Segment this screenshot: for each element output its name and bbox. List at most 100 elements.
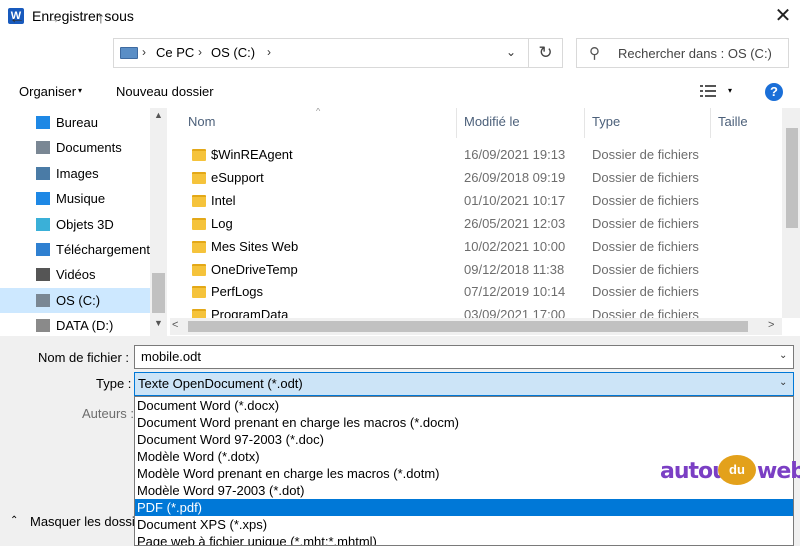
file-name[interactable]: Intel — [211, 193, 236, 208]
folder-icon — [192, 286, 206, 299]
organize-button[interactable]: Organiser — [19, 84, 76, 99]
organize-dropdown-arrow-icon[interactable]: ▾ — [78, 86, 82, 95]
address-bar[interactable]: › Ce PC › OS (C:) › ⌄ — [113, 38, 529, 68]
column-header-modified[interactable]: Modifié le — [464, 114, 520, 129]
filename-value[interactable]: mobile.odt — [141, 349, 201, 364]
search-icon: ⚲ — [589, 45, 600, 62]
toolbar: Organiser ▾ Nouveau dossier ▾ — [0, 76, 800, 108]
sidebar-item-label: Vidéos — [56, 267, 96, 283]
view-options-icon[interactable] — [700, 84, 716, 98]
breadcrumb-separator-icon[interactable]: › — [142, 45, 146, 59]
file-row[interactable]: $WinREAgent 16/09/2021 19:13 Dossier de fi… — [170, 144, 782, 167]
breadcrumb-ce-pc[interactable]: Ce PC — [156, 45, 194, 60]
refresh-button[interactable]: ↻ — [529, 38, 563, 68]
sidebar-item[interactable]: Documents — [0, 135, 150, 160]
column-header-size[interactable]: Taille — [718, 114, 748, 129]
address-dropdown-chevron-icon[interactable]: ⌄ — [506, 45, 516, 59]
sidebar-item-label: Bureau — [56, 115, 98, 130]
file-list-horizontal-scrollbar[interactable]: < > — [170, 318, 782, 335]
logo-globe: du — [718, 455, 756, 485]
scroll-left-arrow-icon[interactable]: < — [172, 319, 178, 331]
sidebar-item-label: Objets 3D — [56, 216, 114, 232]
scroll-up-arrow-icon[interactable]: ▲ — [150, 110, 167, 124]
file-name[interactable]: OneDriveTemp — [211, 262, 298, 277]
navigation-pane: Bureau Documents Images Musique Objets 3D Tél… — [0, 108, 170, 336]
file-type-value[interactable]: Texte OpenDocument (*.odt) — [138, 376, 303, 391]
file-row[interactable]: Intel 01/10/2021 10:17 Dossier de fichiers — [170, 190, 782, 213]
view-dropdown-arrow-icon[interactable]: ▾ — [728, 86, 732, 95]
column-header-type[interactable]: Type — [592, 114, 620, 129]
file-row[interactable]: Log 26/05/2021 12:03 Dossier de fichiers — [170, 213, 782, 236]
file-type-option[interactable]: Document Word prenant en charge les macr… — [135, 414, 793, 431]
file-type-option[interactable]: Page web à fichier unique (*.mht;*.mhtml… — [135, 533, 793, 545]
autourduweb-logo: autour du web — [660, 455, 800, 493]
new-folder-button[interactable]: Nouveau dossier — [116, 84, 214, 99]
file-name[interactable]: eSupport — [211, 170, 264, 185]
file-type-label: Type : — [96, 376, 132, 391]
sidebar-item-label: OS (C:) — [56, 292, 101, 308]
up-arrow-icon[interactable]: ↑ — [90, 5, 112, 33]
file-list-vertical-scrollbar[interactable] — [782, 108, 800, 318]
objects-3d-icon — [36, 217, 50, 231]
file-name[interactable]: Mes Sites Web — [211, 239, 298, 254]
navigation-pane-scrollbar[interactable]: ▲ ▼ — [150, 108, 167, 336]
help-icon[interactable]: ? — [765, 83, 783, 101]
logo-text: web — [757, 459, 800, 484]
breadcrumb-separator-icon[interactable]: › — [198, 45, 202, 59]
sidebar-item-label: DATA (D:) — [56, 318, 114, 334]
scrollbar-thumb[interactable] — [786, 128, 798, 228]
search-input[interactable]: ⚲ Rechercher dans : OS (C:) — [576, 38, 789, 68]
file-type-option[interactable]: Document XPS (*.xps) — [135, 516, 793, 533]
file-row[interactable]: eSupport 26/09/2018 09:19 Dossier de fichi… — [170, 167, 782, 190]
column-divider[interactable] — [456, 108, 457, 138]
back-arrow-icon[interactable]: ← — [6, 5, 28, 33]
scroll-down-arrow-icon[interactable]: ▼ — [150, 318, 167, 332]
file-type: Dossier de fichiers — [592, 238, 699, 254]
file-modified-date: 26/05/2021 12:03 — [464, 215, 566, 231]
sidebar-item[interactable]: Vidéos — [0, 262, 150, 287]
sidebar-item[interactable]: Objets 3D — [0, 212, 150, 237]
close-button[interactable]: ✕ — [766, 0, 800, 32]
file-type: Dossier de fichiers — [592, 147, 699, 162]
forward-arrow-icon[interactable]: → — [42, 5, 64, 33]
computer-icon — [120, 47, 138, 59]
file-row[interactable]: OneDriveTemp 09/12/2018 11:38 Dossier de f… — [170, 259, 782, 282]
column-divider[interactable] — [710, 108, 711, 138]
documents-icon — [36, 141, 50, 155]
folder-icon — [192, 263, 206, 276]
sidebar-item[interactable]: Images — [0, 161, 150, 186]
file-row[interactable]: Mes Sites Web 10/02/2021 10:00 Dossier de … — [170, 236, 782, 259]
downloads-icon — [36, 243, 50, 256]
sidebar-item[interactable]: DATA (D:) — [0, 313, 150, 338]
drive-d-icon — [36, 319, 50, 333]
file-name[interactable]: PerfLogs — [211, 284, 263, 299]
sidebar-item[interactable]: Musique — [0, 186, 150, 211]
folder-icon — [192, 217, 206, 230]
scroll-right-arrow-icon[interactable]: > — [768, 319, 774, 331]
sidebar-item[interactable]: Téléchargements — [0, 237, 156, 262]
column-divider[interactable] — [584, 108, 585, 138]
file-type-option[interactable]: Document Word (*.docx) — [135, 397, 793, 414]
file-row[interactable]: PerfLogs 07/12/2019 10:14 Dossier de fichi… — [170, 281, 782, 304]
file-type-dropdown-chevron-icon[interactable]: ⌄ — [779, 377, 787, 388]
file-type-option[interactable]: Document Word 97-2003 (*.doc) — [135, 431, 793, 448]
filename-field[interactable]: mobile.odt ⌄ — [134, 345, 794, 369]
column-header-name[interactable]: Nom — [188, 114, 215, 129]
file-type-option[interactable]: PDF (*.pdf) — [135, 499, 793, 516]
filename-dropdown-chevron-icon[interactable]: ⌄ — [779, 350, 787, 361]
scrollbar-thumb[interactable] — [152, 273, 165, 313]
file-modified-date: 10/02/2021 10:00 — [464, 238, 566, 254]
file-name[interactable]: $WinREAgent — [211, 147, 293, 162]
file-name[interactable]: Log — [211, 216, 233, 231]
scrollbar-thumb[interactable] — [188, 321, 748, 332]
drive-c-icon — [36, 293, 50, 307]
breadcrumb-separator-icon[interactable]: › — [267, 45, 271, 59]
file-type-select[interactable]: Texte OpenDocument (*.odt) ⌄ — [134, 372, 794, 396]
breadcrumb-os-c[interactable]: OS (C:) — [211, 45, 255, 60]
chevron-up-icon[interactable]: ⌃ — [10, 515, 18, 526]
sidebar-item[interactable]: Bureau — [0, 110, 150, 135]
file-type: Dossier de fichiers — [592, 284, 699, 300]
sidebar-item[interactable]: OS (C:) — [0, 287, 150, 313]
file-modified-date: 01/10/2021 10:17 — [464, 192, 566, 208]
filename-label: Nom de fichier : — [38, 350, 130, 365]
